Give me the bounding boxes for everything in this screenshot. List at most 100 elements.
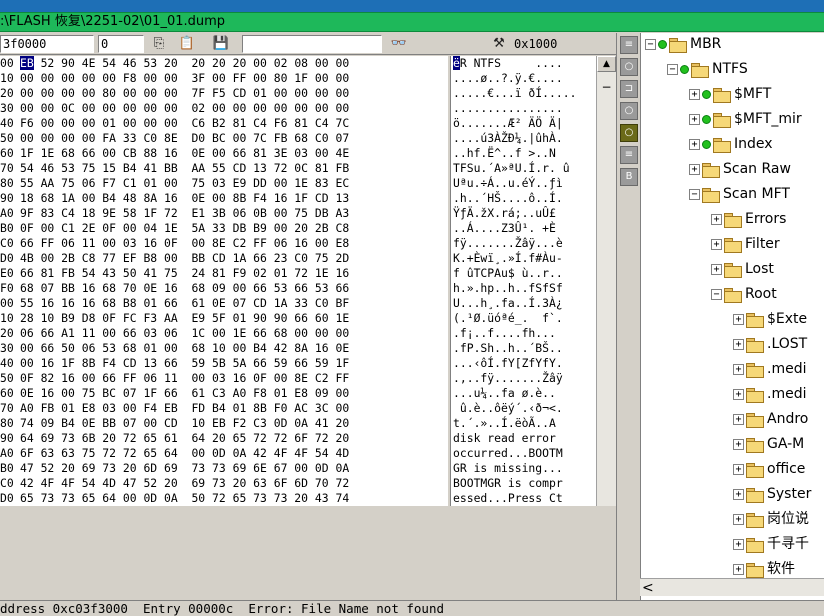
- tree-node[interactable]: + Lost: [711, 259, 774, 279]
- row-bytes[interactable]: 66 FF 06 11 00 03 16 0F 00 8E C2 FF 06 1…: [14, 236, 440, 251]
- ascii-row[interactable]: ëR NTFS ....: [451, 56, 596, 71]
- ascii-row[interactable]: û.è..ôëý´.‹ð¬<.: [451, 401, 596, 416]
- tree-node[interactable]: + Index: [689, 134, 773, 154]
- row-bytes[interactable]: 00 00 00 00 FA 33 C0 8E D0 BC 00 7C FB 6…: [14, 131, 440, 146]
- hex-row[interactable]: B0 0F 00 C1 2E 0F 00 04 1E 5A 33 DB B9 00…: [0, 221, 448, 236]
- row-bytes[interactable]: 9F 83 C4 18 9E 58 1F 72 E1 3B 06 0B 00 7…: [14, 206, 440, 221]
- row-bytes[interactable]: 42 4F 4F 54 4D 47 52 20 69 73 20 63 6F 6…: [14, 476, 440, 491]
- ascii-row[interactable]: (.¹Ø.üóªé_. f`.: [451, 311, 596, 326]
- copy-icon[interactable]: ⎘: [150, 36, 168, 52]
- row-bytes[interactable]: 00 00 00 00 00 F8 00 00 3F 00 FF 00 80 1…: [14, 71, 440, 86]
- tree-node[interactable]: + .LOST: [733, 334, 807, 354]
- tree-node[interactable]: + 软件: [733, 559, 795, 579]
- row-bytes[interactable]: 65 73 73 65 64 00 0D 0A 50 72 65 73 73 2…: [14, 491, 440, 506]
- ascii-row[interactable]: h.».hp..h..fSfSf: [451, 281, 596, 296]
- tree-node[interactable]: + Andro: [733, 409, 808, 429]
- tree-node[interactable]: + GA-M: [733, 434, 804, 454]
- hex-row[interactable]: B0 47 52 20 69 73 20 6D 69 73 73 69 6E 67…: [0, 461, 448, 476]
- hex-row[interactable]: F0 68 07 BB 16 68 70 0E 16 68 09 00 66 53…: [0, 281, 448, 296]
- row-bytes[interactable]: 00 00 00 00 80 00 00 00 7F F5 CD 01 00 0…: [14, 86, 440, 101]
- row-bytes[interactable]: 4B 00 2B C8 77 EF B8 00 BB CD 1A 66 23 C…: [14, 251, 440, 266]
- ascii-row[interactable]: t.´.»..Í.ëòÃ..A: [451, 416, 596, 431]
- expand-icon[interactable]: +: [689, 88, 700, 100]
- expand-icon[interactable]: +: [711, 263, 722, 275]
- expand-icon[interactable]: +: [733, 413, 744, 425]
- ascii-row[interactable]: Uªu.÷Á..u.éÝ..ƒì: [451, 176, 596, 191]
- cursor-char[interactable]: ë: [453, 56, 460, 70]
- hex-row[interactable]: C0 66 FF 06 11 00 03 16 0F 00 8E C2 FF 06…: [0, 236, 448, 251]
- row-bytes[interactable]: 0F 82 16 00 66 FF 06 11 00 03 16 0F 00 8…: [14, 371, 440, 386]
- ascii-row[interactable]: ................: [451, 101, 596, 116]
- expand-icon[interactable]: +: [689, 163, 700, 175]
- row-bytes[interactable]: 64 69 73 6B 20 72 65 61 64 20 65 72 72 6…: [14, 431, 440, 446]
- row-bytes[interactable]: A0 FB 01 E8 03 00 F4 EB FD B4 01 8B F0 A…: [14, 401, 440, 416]
- row-bytes[interactable]: 6F 63 63 75 72 72 65 64 00 0D 0A 42 4F 4…: [14, 446, 440, 461]
- ascii-row[interactable]: GR is missing...: [451, 461, 596, 476]
- scroll-up-button[interactable]: ▲: [597, 56, 616, 72]
- hex-row[interactable]: 00 EB 52 90 4E 54 46 53 20 20 20 20 00 02…: [0, 56, 448, 71]
- row-bytes[interactable]: 66 81 FB 54 43 50 41 75 24 81 F9 02 01 7…: [14, 266, 440, 281]
- expand-icon[interactable]: +: [733, 488, 744, 500]
- row-bytes[interactable]: 1F 1E 68 66 00 CB 88 16 0E 00 66 81 3E 0…: [14, 146, 440, 161]
- tool-icon[interactable]: ⚒: [490, 36, 508, 52]
- hex-row[interactable]: 90 18 68 1A 00 B4 48 8A 16 0E 00 8B F4 16…: [0, 191, 448, 206]
- hex-row[interactable]: 40 00 16 1F 8B F4 CD 13 66 59 5B 5A 66 59…: [0, 356, 448, 371]
- row-bytes[interactable]: 18 68 1A 00 B4 48 8A 16 0E 00 8B F4 16 1…: [14, 191, 440, 206]
- row-bytes[interactable]: 00 16 1F 8B F4 CD 13 66 59 5B 5A 66 59 6…: [14, 356, 440, 371]
- tree-hscrollbar[interactable]: <: [640, 578, 824, 596]
- row-bytes[interactable]: 68 07 BB 16 68 70 0E 16 68 09 00 66 53 6…: [14, 281, 440, 296]
- tree-node[interactable]: − MBR: [645, 34, 721, 54]
- hex-row[interactable]: 20 06 66 A1 11 00 66 03 06 1C 00 1E 66 68…: [0, 326, 448, 341]
- collapse-icon[interactable]: −: [667, 63, 678, 75]
- tree-node[interactable]: + 岗位说: [733, 509, 809, 529]
- ascii-row[interactable]: ....ú3ÀŽÐ¼.|ûhÀ.: [451, 131, 596, 146]
- hex-row[interactable]: D0 65 73 73 65 64 00 0D 0A 50 72 65 73 73…: [0, 491, 448, 506]
- expand-icon[interactable]: +: [733, 513, 744, 525]
- hex-row[interactable]: 40 F6 00 00 00 01 00 00 00 C6 B2 81 C4 F6…: [0, 116, 448, 131]
- hex-row[interactable]: E0 66 81 FB 54 43 50 41 75 24 81 F9 02 01…: [0, 266, 448, 281]
- ascii-row[interactable]: TFSu.´A»ªU.Í.r. û: [451, 161, 596, 176]
- hex-row[interactable]: 80 74 09 B4 0E BB 07 00 CD 10 EB F2 C3 0D…: [0, 416, 448, 431]
- ascii-row[interactable]: ö.......Æ² ÄÖ Ä|: [451, 116, 596, 131]
- expand-icon[interactable]: +: [733, 538, 744, 550]
- address-field[interactable]: 3f0000: [0, 35, 94, 53]
- hex-row[interactable]: 50 0F 82 16 00 66 FF 06 11 00 03 16 0F 00…: [0, 371, 448, 386]
- hex-row[interactable]: C0 42 4F 4F 54 4D 47 52 20 69 73 20 63 6F…: [0, 476, 448, 491]
- row-bytes[interactable]: 55 16 16 16 68 B8 01 66 61 0E 07 CD 1A 3…: [14, 296, 440, 311]
- row-bytes[interactable]: 00 00 0C 00 00 00 00 00 02 00 00 00 00 0…: [14, 101, 440, 116]
- expand-icon[interactable]: +: [711, 213, 722, 225]
- hex-row[interactable]: A0 9F 83 C4 18 9E 58 1F 72 E1 3B 06 0B 00…: [0, 206, 448, 221]
- hex-row[interactable]: 90 64 69 73 6B 20 72 65 61 64 20 65 72 72…: [0, 431, 448, 446]
- side-tool-button[interactable]: ○: [620, 124, 638, 142]
- ascii-row[interactable]: ...‹ôÍ.fY[ZfYfY.: [451, 356, 596, 371]
- tree-node[interactable]: + Scan Raw: [689, 159, 791, 179]
- row-bytes[interactable]: 0E 16 00 75 BC 07 1F 66 61 C3 A0 F8 01 E…: [14, 386, 440, 401]
- tree-node[interactable]: + Syster: [733, 484, 811, 504]
- row-bytes[interactable]: 28 10 B9 D8 0F FC F3 AA E9 5F 01 90 90 6…: [14, 311, 440, 326]
- expand-icon[interactable]: +: [733, 563, 744, 575]
- hex-row[interactable]: 80 55 AA 75 06 F7 C1 01 00 75 03 E9 DD 00…: [0, 176, 448, 191]
- ascii-row[interactable]: .....€...ï ðÍ.....: [451, 86, 596, 101]
- expand-icon[interactable]: +: [733, 363, 744, 375]
- expand-icon[interactable]: +: [733, 438, 744, 450]
- side-tool-button[interactable]: ≡: [620, 146, 638, 164]
- cursor-byte[interactable]: EB: [20, 56, 34, 70]
- hex-row[interactable]: 10 28 10 B9 D8 0F FC F3 AA E9 5F 01 90 90…: [0, 311, 448, 326]
- ascii-row[interactable]: fÿ.......Žâÿ...è: [451, 236, 596, 251]
- ascii-row[interactable]: ..Á....Z3Û¹. +È: [451, 221, 596, 236]
- side-tool-button[interactable]: ≡: [620, 36, 638, 54]
- paste-icon[interactable]: 📋: [178, 36, 196, 52]
- hex-row[interactable]: 10 00 00 00 00 00 F8 00 00 3F 00 FF 00 80…: [0, 71, 448, 86]
- row-bytes[interactable]: 54 46 53 75 15 B4 41 BB AA 55 CD 13 72 0…: [14, 161, 440, 176]
- save-icon[interactable]: 💾: [212, 36, 230, 52]
- tree-node[interactable]: + .medi: [733, 359, 806, 379]
- ascii-row[interactable]: ...u¼..fa ø.è..: [451, 386, 596, 401]
- side-tool-button[interactable]: ○: [620, 58, 638, 76]
- collapse-icon[interactable]: −: [711, 288, 722, 300]
- ascii-row[interactable]: occurred...BOOTM: [451, 446, 596, 461]
- hex-row[interactable]: 00 55 16 16 16 68 B8 01 66 61 0E 07 CD 1A…: [0, 296, 448, 311]
- tree-node[interactable]: + $Exte: [733, 309, 807, 329]
- tree-node[interactable]: + .medi: [733, 384, 806, 404]
- scroll-minus-icon[interactable]: −: [599, 80, 614, 94]
- side-tool-button[interactable]: ⊐: [620, 80, 638, 98]
